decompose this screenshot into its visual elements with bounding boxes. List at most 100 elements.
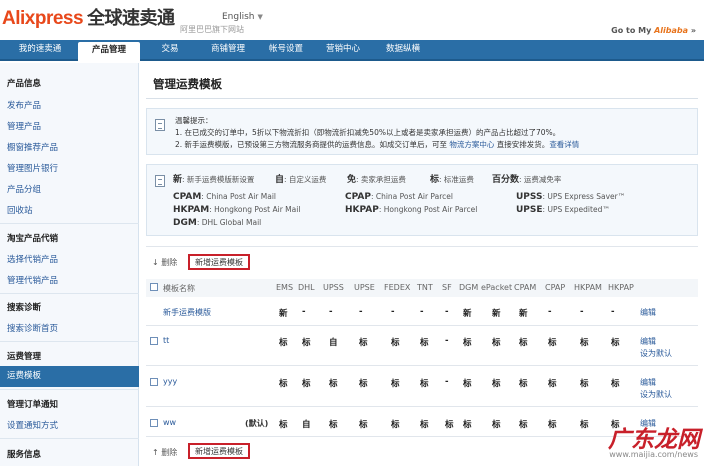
table-cell: 标 (391, 379, 400, 389)
table-cell: - (445, 307, 449, 317)
table-cell: 标 (463, 379, 472, 389)
table-cell: 标 (420, 379, 429, 389)
arrow-down-icon: ↓ (152, 258, 159, 267)
template-name-link[interactable]: 新手运费模版 (163, 307, 211, 318)
column-header: UPSE (354, 283, 375, 292)
sidebar-section-product-info: 产品信息 (7, 79, 42, 89)
table-cell: - (611, 307, 615, 317)
logo-subtitle: 阿里巴巴旗下网站 (180, 25, 244, 34)
sidebar-item-notification-settings[interactable]: 设置通知方式 (7, 419, 58, 431)
legend-item: HKPAM: Hongkong Post Air Mail (173, 205, 301, 215)
sidebar-section-service-info: 服务信息 (7, 450, 42, 460)
column-header-name: 模板名称 (163, 284, 195, 293)
table-cell: - (420, 307, 424, 317)
row-checkbox[interactable] (150, 419, 158, 427)
document-icon (155, 175, 165, 187)
nav-product-management[interactable]: 产品管理 (78, 42, 140, 61)
nav-my-aliexpress[interactable]: 我的速卖通 (6, 40, 74, 59)
sidebar-divider (0, 389, 139, 390)
view-details-link[interactable]: 查看详情 (549, 140, 579, 149)
table-cell: 标 (329, 379, 338, 389)
legend-item: 自: 自定义运费 (275, 175, 327, 185)
table-cell: 标 (611, 338, 620, 348)
table-cell: 自 (329, 338, 338, 348)
table-cell: 标 (548, 338, 557, 348)
legend-item: 新: 新手运费模版新设置 (173, 175, 255, 185)
logistics-center-link[interactable]: 物流方案中心 (449, 140, 494, 149)
row-checkbox[interactable] (150, 378, 158, 386)
table-cell: 标 (463, 338, 472, 348)
tip-line-1: 1. 在已成交的订单中，5折以下物流折扣（即物流折扣减免50%以上或者是卖家承担… (175, 128, 561, 137)
sidebar-item-select-agent-products[interactable]: 选择代销产品 (7, 253, 58, 265)
edit-link[interactable]: 编辑 (640, 307, 656, 318)
table-cell: 标 (302, 379, 311, 389)
template-name-link[interactable]: yyy (163, 377, 177, 386)
nav-account-settings[interactable]: 帐号设置 (258, 40, 314, 59)
sidebar-item-manage-products[interactable]: 管理产品 (7, 120, 41, 132)
delete-button-bottom[interactable]: ↑ 删除 (152, 447, 177, 458)
main-nav: 我的速卖通 产品管理 交易 商铺管理 帐号设置 营销中心 数据纵横 (0, 40, 704, 61)
legend-item: UPSE: UPS Expedited™ (516, 205, 610, 215)
sidebar: 产品信息 发布产品 管理产品 橱窗推荐产品 管理图片银行 产品分组 回收站 淘宝… (0, 63, 139, 466)
sidebar-item-showcase-products[interactable]: 橱窗推荐产品 (7, 141, 58, 153)
divider (146, 246, 698, 247)
row-checkbox[interactable] (150, 337, 158, 345)
default-badge: (默认) (245, 419, 269, 428)
table-cell: 标 (548, 379, 557, 389)
edit-link[interactable]: 编辑 (640, 377, 656, 388)
nav-marketing-center[interactable]: 营销中心 (316, 40, 370, 59)
legend-item: DGM: DHL Global Mail (173, 218, 262, 228)
table-cell: 标 (492, 338, 501, 348)
sidebar-item-shipping-templates[interactable]: 运费模板 (0, 366, 139, 387)
sidebar-item-product-groups[interactable]: 产品分组 (7, 183, 41, 195)
aliexpress-logo[interactable]: Alixpress 全球速卖通 (2, 4, 175, 30)
table-cell: 标 (580, 420, 589, 430)
template-name-link[interactable]: ww (163, 418, 176, 427)
sidebar-item-search-diagnosis-home[interactable]: 搜索诊断首页 (7, 322, 58, 334)
table-cell: 标 (302, 338, 311, 348)
table-cell: 标 (279, 379, 288, 389)
table-cell: - (329, 307, 333, 317)
sidebar-divider (0, 293, 139, 294)
legend-item: HKPAP: Hongkong Post Air Parcel (345, 205, 478, 215)
nav-store-management[interactable]: 商铺管理 (200, 40, 256, 59)
double-chevron-icon: » (690, 26, 696, 35)
language-select[interactable]: English ▼ (222, 12, 263, 22)
table-cell: - (548, 307, 552, 317)
table-cell: 标 (519, 420, 528, 430)
edit-link[interactable]: 编辑 (640, 336, 656, 347)
title-divider (146, 98, 698, 99)
template-name-link[interactable]: tt (163, 336, 169, 345)
sidebar-item-recycle-bin[interactable]: 回收站 (7, 204, 33, 216)
sidebar-item-manage-agent-products[interactable]: 管理代销产品 (7, 274, 58, 286)
add-template-button-top[interactable]: 新增运费模板 (188, 254, 250, 270)
goto-my-alibaba-link[interactable]: Go to My Alibaba » (611, 26, 696, 35)
legend-item: CPAM: China Post Air Mail (173, 192, 277, 202)
set-default-link[interactable]: 设为默认 (640, 348, 672, 359)
row-divider (146, 365, 698, 366)
nav-trade[interactable]: 交易 (144, 40, 196, 59)
select-all-checkbox[interactable] (150, 283, 158, 291)
nav-data-analytics[interactable]: 数据纵横 (376, 40, 430, 59)
table-cell: 标 (420, 338, 429, 348)
sidebar-item-publish-product[interactable]: 发布产品 (7, 99, 41, 111)
legend-item: 百分数: 运费减免率 (492, 175, 562, 185)
table-cell: 标 (580, 338, 589, 348)
sidebar-section-search-diagnosis: 搜索诊断 (7, 303, 42, 313)
table-cell: 标 (445, 420, 454, 430)
document-icon (155, 119, 165, 131)
table-cell: 标 (463, 420, 472, 430)
delete-button-top[interactable]: ↓ 删除 (152, 257, 177, 268)
add-template-button-bottom[interactable]: 新增运费模板 (188, 443, 250, 459)
table-cell: - (445, 377, 449, 387)
table-cell: 标 (391, 420, 400, 430)
table-cell: 新 (463, 309, 472, 319)
table-cell: 标 (519, 379, 528, 389)
set-default-link[interactable]: 设为默认 (640, 389, 672, 400)
table-cell: 标 (359, 379, 368, 389)
column-header: UPSS (323, 283, 344, 292)
sidebar-item-image-bank[interactable]: 管理图片银行 (7, 162, 58, 174)
table-cell: 标 (492, 379, 501, 389)
table-cell: - (580, 307, 584, 317)
table-cell: 新 (519, 309, 528, 319)
